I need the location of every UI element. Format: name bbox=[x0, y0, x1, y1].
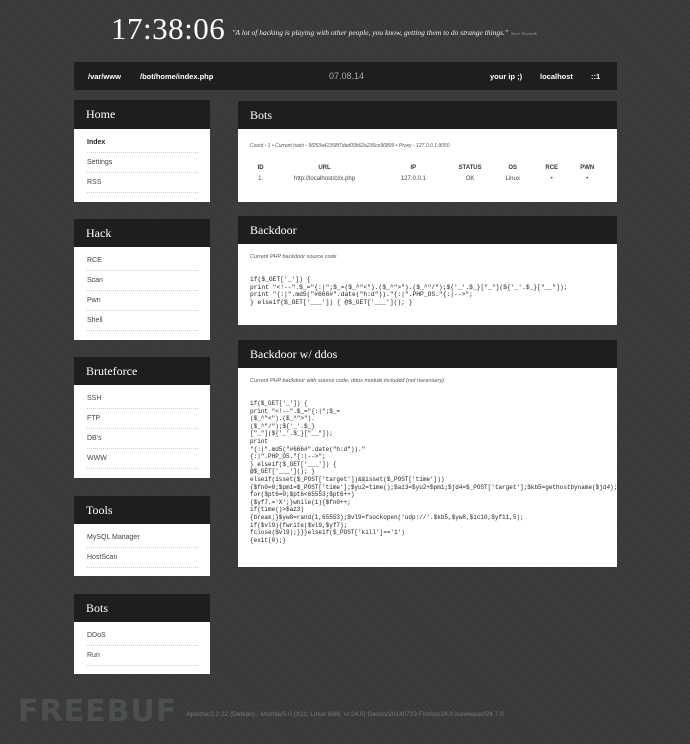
bots-panel-body: Count - 1 • Current hash - 5f253a41358f7… bbox=[238, 129, 617, 195]
column-header-url: URL bbox=[318, 165, 331, 171]
server-info-footer: Apache/2.2.22 (Debian) - Mozilla/5.0 (X1… bbox=[186, 711, 504, 718]
sidebar-item-run[interactable]: Run bbox=[87, 646, 198, 666]
top-navigation-bar: /var/www /bot/home/index.php 07.08.14 yo… bbox=[74, 62, 617, 90]
bots-table: ID URL IP STATUS OS RCE PWN 1. http://lo… bbox=[250, 163, 605, 185]
date-display: 07.08.14 bbox=[329, 71, 365, 81]
sidebar-item-mysql-manager[interactable]: MySQL Manager bbox=[87, 528, 198, 548]
clock: 17:38:06 bbox=[111, 11, 226, 46]
backdoor-panel-heading: Backdoor bbox=[238, 216, 617, 244]
sidebar-list-hack: RCE Scan Pwn Shell bbox=[74, 247, 210, 335]
backdoor-caption: Current PHP backdoor source code bbox=[250, 254, 337, 260]
bots-info-line: Count - 1 • Current hash - 5f253a41358f7… bbox=[250, 143, 450, 149]
sidebar-item-ftp[interactable]: FTP bbox=[87, 409, 198, 429]
ddos-backdoor-code-block: if($_GET['_']) { print "<!--".$_="{:|";$… bbox=[250, 400, 618, 544]
sidebar-list-home: Index Settings RSS bbox=[74, 129, 210, 197]
column-header-rce: RCE bbox=[545, 165, 559, 171]
backdoor-code-block: if($_GET['_']) { print "<!--".$_="{:|";$… bbox=[250, 276, 568, 306]
bot-status-cell: OK bbox=[465, 176, 475, 182]
ddos-backdoor-panel: Backdoor w/ ddos Current PHP backdoor wi… bbox=[238, 340, 617, 567]
bots-panel-heading: Bots bbox=[238, 101, 617, 129]
sidebar-heading-hack: Hack bbox=[74, 219, 210, 247]
path-link-index[interactable]: /bot/home/index.php bbox=[140, 72, 213, 81]
sidebar-item-shell[interactable]: Shell bbox=[87, 311, 198, 331]
ddos-backdoor-panel-heading: Backdoor w/ ddos bbox=[238, 340, 617, 368]
column-header-ip: IP bbox=[410, 165, 417, 171]
sidebar-item-ddos[interactable]: DDoS bbox=[87, 626, 198, 646]
sidebar-heading-tools: Tools bbox=[74, 496, 210, 524]
clock-row: 17:38:06 "A lot of hacking is playing wi… bbox=[111, 12, 537, 46]
your-ip-link[interactable]: your ip ;) bbox=[490, 72, 522, 81]
bot-id-cell: 1. bbox=[258, 176, 264, 182]
sidebar-item-rce[interactable]: RCE bbox=[87, 251, 198, 271]
sidebar-panel-tools: Tools MySQL Manager HostScan bbox=[74, 496, 210, 576]
bot-pwn-link[interactable]: • bbox=[569, 173, 605, 185]
bot-os-cell: Linux bbox=[505, 176, 520, 182]
sidebar-item-settings[interactable]: Settings bbox=[87, 153, 198, 173]
sidebar-panel-hack: Hack RCE Scan Pwn Shell bbox=[74, 219, 210, 340]
bot-ip-cell: 127.0.0.1 bbox=[400, 176, 426, 182]
sidebar-item-ssh[interactable]: SSH bbox=[87, 389, 198, 409]
ddos-backdoor-panel-body: Current PHP backdoor with source code, d… bbox=[238, 368, 617, 554]
bot-rce-link[interactable]: • bbox=[534, 173, 570, 185]
quote-author: Steve Wozniak bbox=[511, 31, 537, 36]
bots-table-header-row: ID URL IP STATUS OS RCE PWN bbox=[250, 163, 605, 173]
sidebar-item-index[interactable]: Index bbox=[87, 133, 198, 153]
column-header-os: OS bbox=[508, 165, 518, 171]
sidebar-panel-bruteforce: Bruteforce SSH FTP DB's WWW bbox=[74, 357, 210, 478]
sidebar-heading-bots: Bots bbox=[74, 594, 210, 622]
bot-url-link[interactable]: http://localhost/cl/x.php bbox=[271, 173, 378, 185]
bots-panel: Bots Count - 1 • Current hash - 5f253a41… bbox=[238, 101, 617, 202]
quote: "A lot of hacking is playing with other … bbox=[232, 28, 537, 46]
sidebar-heading-home: Home bbox=[74, 100, 210, 129]
sidebar-item-pwn[interactable]: Pwn bbox=[87, 291, 198, 311]
sidebar-item-www[interactable]: WWW bbox=[87, 449, 198, 469]
column-header-id: ID bbox=[257, 165, 264, 171]
backdoor-panel-body: Current PHP backdoor source code if($_GE… bbox=[238, 244, 617, 316]
sidebar-item-dbs[interactable]: DB's bbox=[87, 429, 198, 449]
sidebar-item-hostscan[interactable]: HostScan bbox=[87, 548, 198, 568]
column-header-pwn: PWN bbox=[580, 165, 595, 171]
sidebar-list-bots: DDoS Run bbox=[74, 622, 210, 670]
sidebar-list-bruteforce: SSH FTP DB's WWW bbox=[74, 385, 210, 473]
host-link[interactable]: localhost bbox=[540, 72, 573, 81]
sidebar-item-rss[interactable]: RSS bbox=[87, 173, 198, 193]
ip-link[interactable]: ::1 bbox=[591, 72, 600, 81]
sidebar-panel-bots: Bots DDoS Run bbox=[74, 594, 210, 674]
backdoor-panel: Backdoor Current PHP backdoor source cod… bbox=[238, 216, 617, 325]
column-header-status: STATUS bbox=[458, 165, 482, 171]
sidebar-panel-home: Home Index Settings RSS bbox=[74, 100, 210, 202]
path-link-var-www[interactable]: /var/www bbox=[88, 72, 121, 81]
sidebar-heading-bruteforce: Bruteforce bbox=[74, 357, 210, 385]
sidebar-item-scan[interactable]: Scan bbox=[87, 271, 198, 291]
table-row: 1. http://localhost/cl/x.php 127.0.0.1 O… bbox=[250, 173, 605, 185]
ddos-backdoor-caption: Current PHP backdoor with source code, d… bbox=[250, 378, 444, 384]
sidebar-list-tools: MySQL Manager HostScan bbox=[74, 524, 210, 572]
quote-text: "A lot of hacking is playing with other … bbox=[232, 28, 509, 37]
